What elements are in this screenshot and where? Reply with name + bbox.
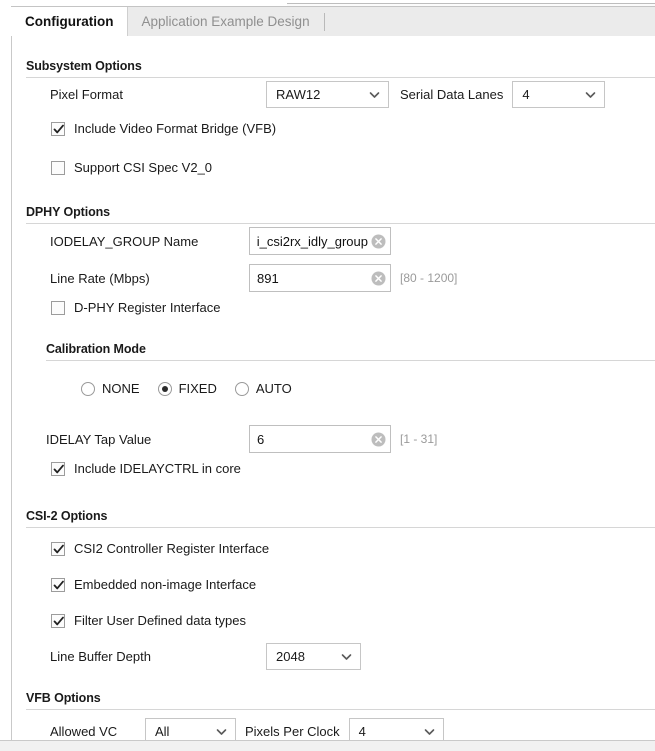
- tab-configuration-label: Configuration: [25, 14, 113, 29]
- row-allowed-vc: Allowed VC All Pixels Per Clock 4: [50, 718, 444, 740]
- pixels-per-clock-value: 4: [359, 724, 366, 739]
- idelay-tap-value-label: IDELAY Tap Value: [46, 432, 249, 447]
- tab-bar-filler: [325, 7, 655, 36]
- section-csi2-options: CSI-2 Options: [26, 509, 655, 528]
- radio-calibration-fixed-label: FIXED: [179, 381, 217, 396]
- allowed-vc-dropdown[interactable]: All: [145, 718, 236, 740]
- configuration-panel: Subsystem Options Pixel Format RAW12 Ser…: [11, 36, 655, 740]
- radio-calibration-fixed[interactable]: FIXED: [158, 381, 217, 396]
- allowed-vc-value: All: [155, 724, 169, 739]
- clear-field-icon[interactable]: [371, 271, 386, 286]
- tab-application-example-design[interactable]: Application Example Design: [128, 7, 323, 36]
- radio-calibration-auto-label: AUTO: [256, 381, 292, 396]
- chevron-down-icon: [423, 725, 436, 738]
- row-iodelay-group-name: IODELAY_GROUP Name mipi_csi2rx_idly_grou…: [50, 227, 391, 255]
- section-dphy-options-title: DPHY Options: [26, 205, 655, 223]
- embedded-non-image-interface-label: Embedded non-image Interface: [74, 577, 256, 592]
- idelay-tap-value-input[interactable]: 6: [249, 425, 391, 453]
- section-calibration-mode-title: Calibration Mode: [46, 342, 655, 360]
- include-idelayctrl-in-core-label: Include IDELAYCTRL in core: [74, 461, 241, 476]
- row-line-buffer-depth: Line Buffer Depth 2048: [50, 643, 361, 670]
- include-video-format-bridge-label: Include Video Format Bridge (VFB): [74, 121, 276, 136]
- checkbox-filter-user-defined-data-types[interactable]: Filter User Defined data types: [51, 613, 246, 628]
- serial-data-lanes-value: 4: [522, 87, 529, 102]
- pixels-per-clock-label: Pixels Per Clock: [245, 724, 340, 739]
- dphy-register-interface-label: D-PHY Register Interface: [74, 300, 220, 315]
- row-pixel-format: Pixel Format RAW12 Serial Data Lanes 4: [50, 81, 605, 108]
- line-buffer-depth-label: Line Buffer Depth: [50, 649, 266, 664]
- clear-field-icon[interactable]: [371, 432, 386, 447]
- checkbox-include-video-format-bridge[interactable]: Include Video Format Bridge (VFB): [51, 121, 276, 136]
- pixel-format-value: RAW12: [276, 87, 320, 102]
- chevron-down-icon: [340, 650, 353, 663]
- line-rate-input[interactable]: 891: [249, 264, 391, 292]
- row-idelay-tap-value: IDELAY Tap Value 6 [1 - 31]: [46, 425, 437, 453]
- tab-application-example-design-label: Application Example Design: [141, 14, 309, 29]
- line-rate-label: Line Rate (Mbps): [50, 271, 249, 286]
- section-vfb-options-title: VFB Options: [26, 691, 655, 709]
- pixels-per-clock-dropdown[interactable]: 4: [349, 718, 444, 740]
- section-csi2-options-rule: [26, 527, 655, 528]
- line-buffer-depth-dropdown[interactable]: 2048: [266, 643, 361, 670]
- section-dphy-options: DPHY Options: [26, 205, 655, 224]
- section-vfb-options-rule: [26, 709, 655, 710]
- row-line-rate: Line Rate (Mbps) 891 [80 - 1200]: [50, 264, 457, 292]
- line-buffer-depth-value: 2048: [276, 649, 305, 664]
- section-calibration-mode-rule: [46, 360, 655, 361]
- section-subsystem-options-rule: [26, 77, 655, 78]
- checkmark-icon: [51, 578, 65, 592]
- iodelay-group-name-label: IODELAY_GROUP Name: [50, 234, 249, 249]
- radio-circle-icon: [81, 382, 95, 396]
- radio-circle-icon: [235, 382, 249, 396]
- section-subsystem-options: Subsystem Options: [26, 59, 655, 78]
- checkmark-icon: [51, 614, 65, 628]
- section-dphy-options-rule: [26, 223, 655, 224]
- chevron-down-icon: [584, 88, 597, 101]
- checkbox-embedded-non-image-interface[interactable]: Embedded non-image Interface: [51, 577, 256, 592]
- iodelay-group-name-input[interactable]: mipi_csi2rx_idly_group: [249, 227, 391, 255]
- allowed-vc-label: Allowed VC: [50, 724, 145, 739]
- pixel-format-label: Pixel Format: [50, 87, 266, 102]
- tab-configuration[interactable]: Configuration: [11, 7, 128, 36]
- line-rate-value: 891: [257, 271, 368, 286]
- chevron-down-icon: [368, 88, 381, 101]
- idelay-tap-value-value: 6: [257, 432, 368, 447]
- clear-field-icon[interactable]: [371, 234, 386, 249]
- csi2-controller-register-interface-label: CSI2 Controller Register Interface: [74, 541, 269, 556]
- checkbox-box: [51, 301, 65, 315]
- checkmark-icon: [51, 462, 65, 476]
- calibration-mode-radio-group: NONE FIXED AUTO: [81, 381, 310, 396]
- radio-calibration-none-label: NONE: [102, 381, 140, 396]
- radio-calibration-auto[interactable]: AUTO: [235, 381, 292, 396]
- serial-data-lanes-label: Serial Data Lanes: [400, 87, 503, 102]
- pixel-format-dropdown[interactable]: RAW12: [266, 81, 389, 108]
- section-vfb-options: VFB Options: [26, 691, 655, 710]
- checkbox-include-idelayctrl-in-core[interactable]: Include IDELAYCTRL in core: [51, 461, 241, 476]
- checkmark-icon: [51, 542, 65, 556]
- section-calibration-mode: Calibration Mode: [46, 342, 655, 361]
- chevron-down-icon: [215, 725, 228, 738]
- checkbox-box: [51, 161, 65, 175]
- section-subsystem-options-title: Subsystem Options: [26, 59, 655, 77]
- line-rate-range-hint: [80 - 1200]: [400, 271, 457, 285]
- radio-circle-selected-icon: [158, 382, 172, 396]
- checkbox-support-csi-spec-v2-0[interactable]: Support CSI Spec V2_0: [51, 160, 212, 175]
- checkmark-icon: [51, 122, 65, 136]
- iodelay-group-name-value: mipi_csi2rx_idly_group: [257, 234, 368, 249]
- filter-user-defined-data-types-label: Filter User Defined data types: [74, 613, 246, 628]
- window-bottom-strip: [0, 740, 655, 751]
- checkbox-csi2-controller-register-interface[interactable]: CSI2 Controller Register Interface: [51, 541, 269, 556]
- serial-data-lanes-dropdown[interactable]: 4: [512, 81, 605, 108]
- section-csi2-options-title: CSI-2 Options: [26, 509, 655, 527]
- radio-calibration-none[interactable]: NONE: [81, 381, 140, 396]
- checkbox-dphy-register-interface[interactable]: D-PHY Register Interface: [51, 300, 220, 315]
- support-csi-spec-v2-0-label: Support CSI Spec V2_0: [74, 160, 212, 175]
- idelay-tap-range-hint: [1 - 31]: [400, 432, 437, 446]
- tab-bar: Configuration Application Example Design: [11, 6, 655, 36]
